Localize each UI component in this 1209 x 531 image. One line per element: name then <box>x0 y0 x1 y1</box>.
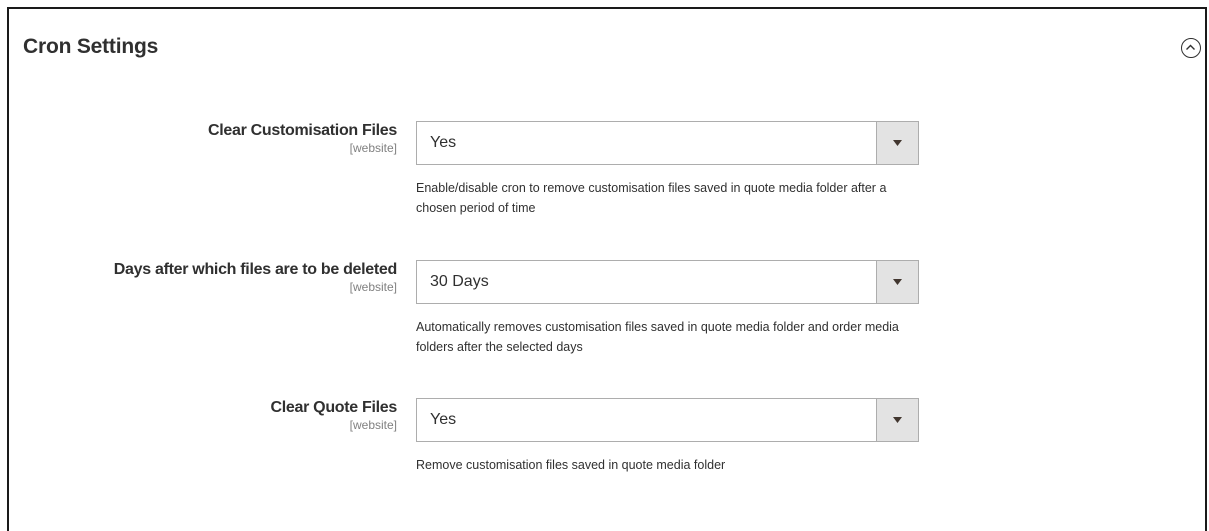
section-title[interactable]: Cron Settings <box>23 35 158 59</box>
field-label-text: Clear Customisation Files <box>208 122 397 139</box>
clear-quote-files-select[interactable]: Yes <box>416 398 919 442</box>
field-note: Remove customisation files saved in quot… <box>416 458 726 472</box>
scope-label: [website] <box>349 418 397 432</box>
field-label: Days after which files are to be deleted… <box>113 261 398 294</box>
days-after-deletion-select[interactable]: 30 Days <box>416 260 919 304</box>
cron-settings-panel: Cron Settings Clear Customisation Files … <box>7 7 1207 531</box>
field-note: Automatically removes customisation file… <box>416 320 899 354</box>
field-note: Enable/disable cron to remove customisat… <box>416 181 887 215</box>
field-label-text: Clear Quote Files <box>270 399 398 416</box>
scope-label: [website] <box>349 141 397 155</box>
clear-customisation-files-select[interactable]: Yes <box>416 121 919 165</box>
select-value: 30 Days <box>430 273 489 290</box>
field-label-text: Days after which files are to be deleted <box>113 261 398 278</box>
section-header[interactable]: Cron Settings <box>9 9 1205 89</box>
select-value: Yes <box>430 411 457 428</box>
field-label: Clear Customisation Files [website] <box>208 122 397 155</box>
dropdown-arrow-icon[interactable] <box>876 122 918 164</box>
dropdown-arrow-icon[interactable] <box>876 261 918 303</box>
dropdown-arrow-icon[interactable] <box>876 399 918 441</box>
select-value: Yes <box>430 134 457 151</box>
scope-label: [website] <box>349 280 397 294</box>
chevron-up-circle-icon[interactable] <box>1181 38 1201 58</box>
field-label: Clear Quote Files [website] <box>271 399 398 432</box>
